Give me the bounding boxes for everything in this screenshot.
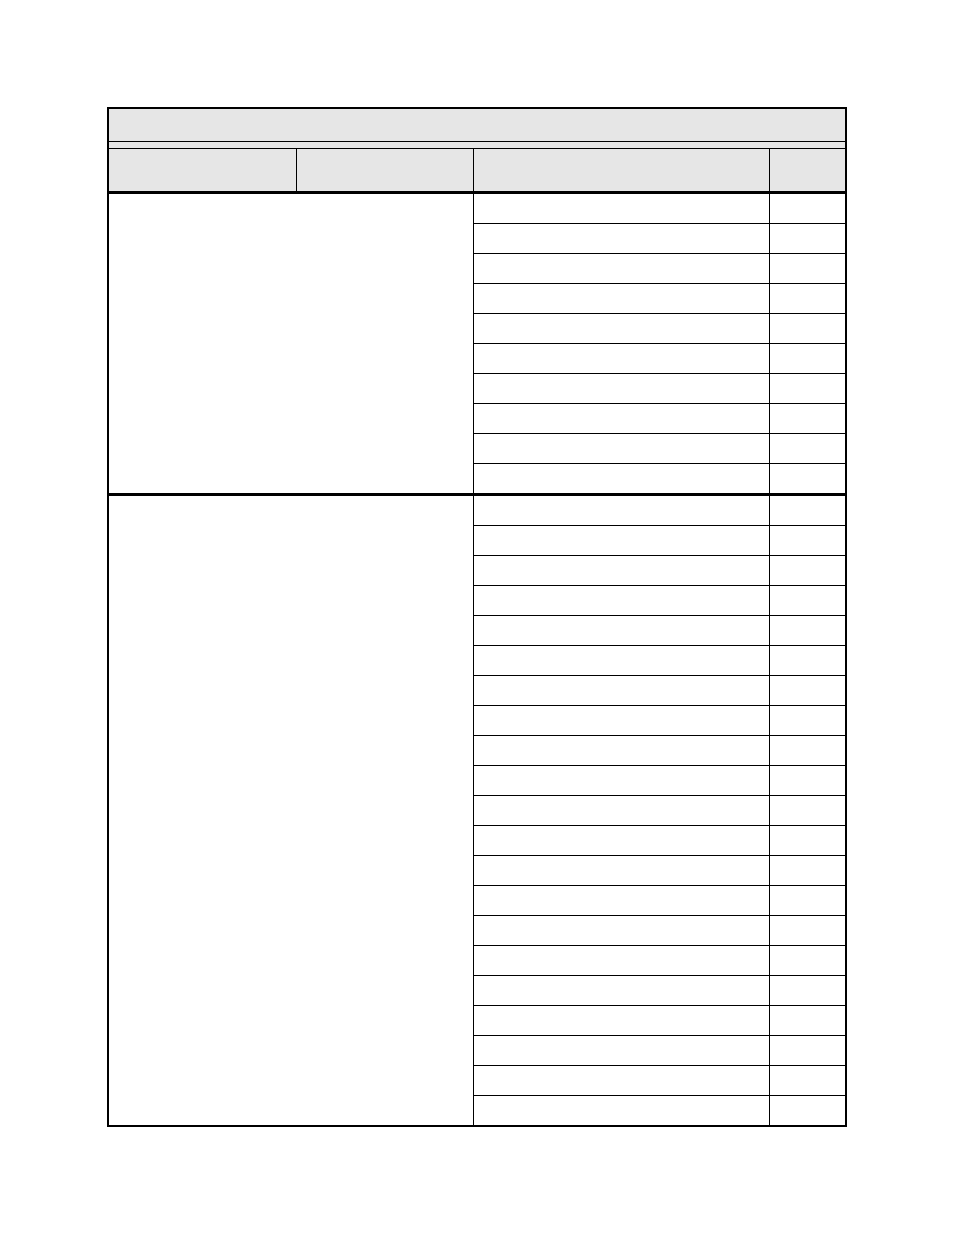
cell-c4: [769, 646, 846, 676]
cell-c3: [473, 254, 769, 284]
cell-c4: [769, 434, 846, 464]
cell-c4: [769, 796, 846, 826]
cell-c4: [769, 1066, 846, 1096]
cell-c4: [769, 1006, 846, 1036]
cell-c3: [473, 616, 769, 646]
cell-c3: [473, 1036, 769, 1066]
cell-c3: [473, 766, 769, 796]
cell-c4: [769, 1096, 846, 1127]
cell-c3: [473, 344, 769, 374]
page: { "table": { "title": "", "headers": { "…: [0, 0, 954, 1235]
cell-c4: [769, 736, 846, 766]
cell-c4: [769, 224, 846, 254]
cell-c3: [473, 976, 769, 1006]
cell-c3: [473, 224, 769, 254]
cell-c3: [473, 826, 769, 856]
cell-c4: [769, 916, 846, 946]
header-col1: [108, 149, 296, 193]
cell-c4: [769, 496, 846, 526]
cell-c3: [473, 284, 769, 314]
table-title-spacer: [108, 142, 846, 149]
header-col3: [473, 149, 769, 193]
cell-c3: [473, 194, 769, 224]
cell-c4: [769, 314, 846, 344]
cell-c4: [769, 976, 846, 1006]
cell-c3: [473, 646, 769, 676]
cell-c3: [473, 374, 769, 404]
cell-c4: [769, 404, 846, 434]
cell-c4: [769, 826, 846, 856]
cell-c4: [769, 556, 846, 586]
cell-c4: [769, 284, 846, 314]
cell-c3: [473, 496, 769, 526]
cell-c3: [473, 856, 769, 886]
table-header-row: [108, 149, 846, 193]
group-1-left: [108, 496, 473, 1126]
cell-c3: [473, 886, 769, 916]
table-row: [108, 194, 846, 224]
cell-c4: [769, 586, 846, 616]
group-0-left: [108, 194, 473, 495]
cell-c4: [769, 946, 846, 976]
header-col4: [769, 149, 846, 193]
table-title-row: [108, 108, 846, 142]
cell-c3: [473, 526, 769, 556]
header-col2: [296, 149, 473, 193]
cell-c3: [473, 1066, 769, 1096]
cell-c3: [473, 1096, 769, 1127]
cell-c3: [473, 676, 769, 706]
form-table: [107, 107, 847, 1127]
cell-c3: [473, 946, 769, 976]
cell-c3: [473, 916, 769, 946]
cell-c4: [769, 676, 846, 706]
cell-c4: [769, 464, 846, 495]
cell-c3: [473, 1006, 769, 1036]
cell-c3: [473, 556, 769, 586]
cell-c4: [769, 526, 846, 556]
cell-c4: [769, 1036, 846, 1066]
table-title: [108, 108, 846, 142]
cell-c3: [473, 736, 769, 766]
table-row: [108, 496, 846, 526]
cell-c3: [473, 796, 769, 826]
cell-c3: [473, 586, 769, 616]
cell-c3: [473, 314, 769, 344]
cell-c4: [769, 344, 846, 374]
cell-c3: [473, 404, 769, 434]
cell-c4: [769, 766, 846, 796]
cell-c4: [769, 616, 846, 646]
cell-c4: [769, 374, 846, 404]
cell-c4: [769, 856, 846, 886]
cell-c3: [473, 434, 769, 464]
cell-c4: [769, 886, 846, 916]
cell-c3: [473, 464, 769, 495]
cell-c4: [769, 254, 846, 284]
cell-c4: [769, 194, 846, 224]
cell-c3: [473, 706, 769, 736]
cell-c4: [769, 706, 846, 736]
